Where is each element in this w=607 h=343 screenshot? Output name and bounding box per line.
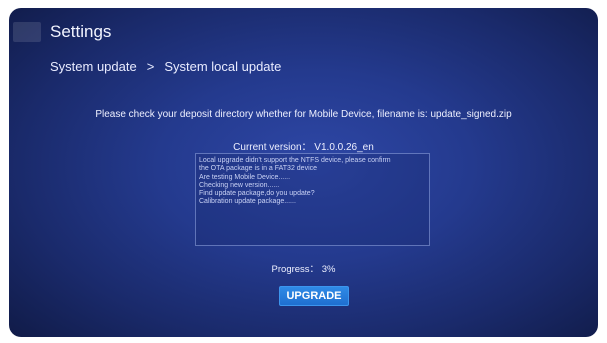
settings-screen: Settings System update > System local up… (9, 8, 598, 337)
current-version-text: Current version： V1.0.0.26_en (233, 142, 374, 153)
breadcrumb-separator: > (146, 59, 155, 74)
upgrade-button[interactable]: UPGRADE (279, 286, 349, 306)
log-line: Checking new version...... (199, 181, 280, 189)
breadcrumb: System update > System local update (50, 59, 281, 74)
log-line: Local upgrade didn't support the NTFS de… (199, 157, 391, 164)
log-line: Calibration update package...... (199, 198, 296, 206)
update-log-box[interactable]: Local upgrade didn't support the NTFS de… (195, 153, 430, 246)
progress-text: Progress： 3% (271, 264, 336, 275)
log-line: Are testing Mobile Device...... (199, 173, 291, 181)
log-line: the OTA package is in a FAT32 device (199, 165, 318, 173)
instruction-text: Please check your deposit directory whet… (95, 109, 512, 120)
breadcrumb-item-system-update[interactable]: System update (50, 59, 137, 74)
page-title: Settings (50, 22, 112, 41)
log-line: Find update package,do you update? (199, 190, 315, 198)
breadcrumb-item-system-local-update: System local update (164, 59, 282, 74)
settings-logo-icon (13, 22, 41, 42)
